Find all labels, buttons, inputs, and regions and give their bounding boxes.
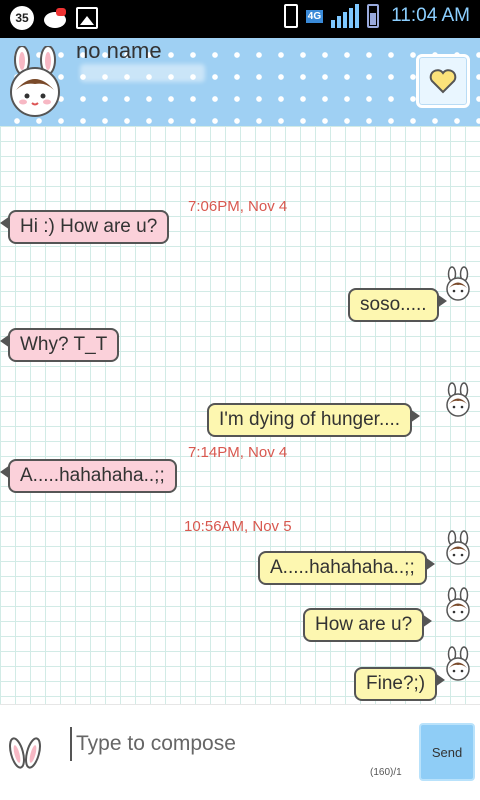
status-bar-system: 4G 11:04 AM — [283, 4, 470, 28]
compose-bar: Send (160)/1 — [0, 704, 480, 800]
signal-icon — [331, 4, 360, 28]
hello-kitty-icon — [42, 6, 68, 30]
compose-input[interactable] — [70, 727, 400, 761]
contact-name: no name — [76, 38, 162, 63]
message-incoming[interactable]: A.....hahahaha..;; — [0, 459, 177, 493]
message-outgoing[interactable]: soso..... — [348, 288, 447, 322]
message-incoming[interactable]: Why? T_T — [0, 328, 120, 362]
heart-icon — [429, 69, 457, 94]
favorite-button[interactable] — [416, 54, 470, 108]
gallery-icon — [76, 7, 98, 29]
message-list[interactable]: 7:06PM, Nov 4 Hi :) How are u? soso.....… — [0, 126, 480, 704]
send-button[interactable]: Send — [419, 723, 475, 781]
message-outgoing[interactable]: Fine?;) — [354, 667, 446, 701]
timestamp: 10:56AM, Nov 5 — [184, 518, 292, 535]
bunny-avatar-icon — [446, 266, 470, 301]
battery-icon — [367, 4, 380, 28]
conversation-header: no name — [0, 38, 480, 126]
message-outgoing[interactable]: I'm dying of hunger.... — [207, 403, 421, 437]
bunny-avatar-icon — [446, 646, 470, 681]
bunny-avatar-icon — [446, 587, 470, 622]
character-count: (160)/1 — [370, 767, 402, 778]
notification-count-icon: 35 — [10, 6, 34, 30]
message-outgoing[interactable]: A.....hahahaha..;; — [258, 551, 435, 585]
message-incoming[interactable]: Hi :) How are u? — [0, 210, 170, 244]
status-bar-notifications: 35 — [10, 6, 98, 30]
network-type: 4G — [305, 9, 324, 23]
bunny-ears-icon[interactable] — [6, 735, 44, 771]
timestamp: 7:14PM, Nov 4 — [188, 444, 288, 461]
timestamp: 7:06PM, Nov 4 — [188, 198, 288, 215]
contact-avatar[interactable] — [4, 46, 66, 118]
vibrate-icon — [283, 4, 298, 28]
clock: 11:04 AM — [391, 5, 470, 26]
bunny-avatar-icon — [446, 382, 470, 417]
status-bar: 35 4G 11:04 AM — [0, 0, 480, 38]
contact-number-blurred — [80, 64, 205, 82]
message-outgoing[interactable]: How are u? — [303, 608, 433, 642]
bunny-avatar-icon — [446, 530, 470, 565]
